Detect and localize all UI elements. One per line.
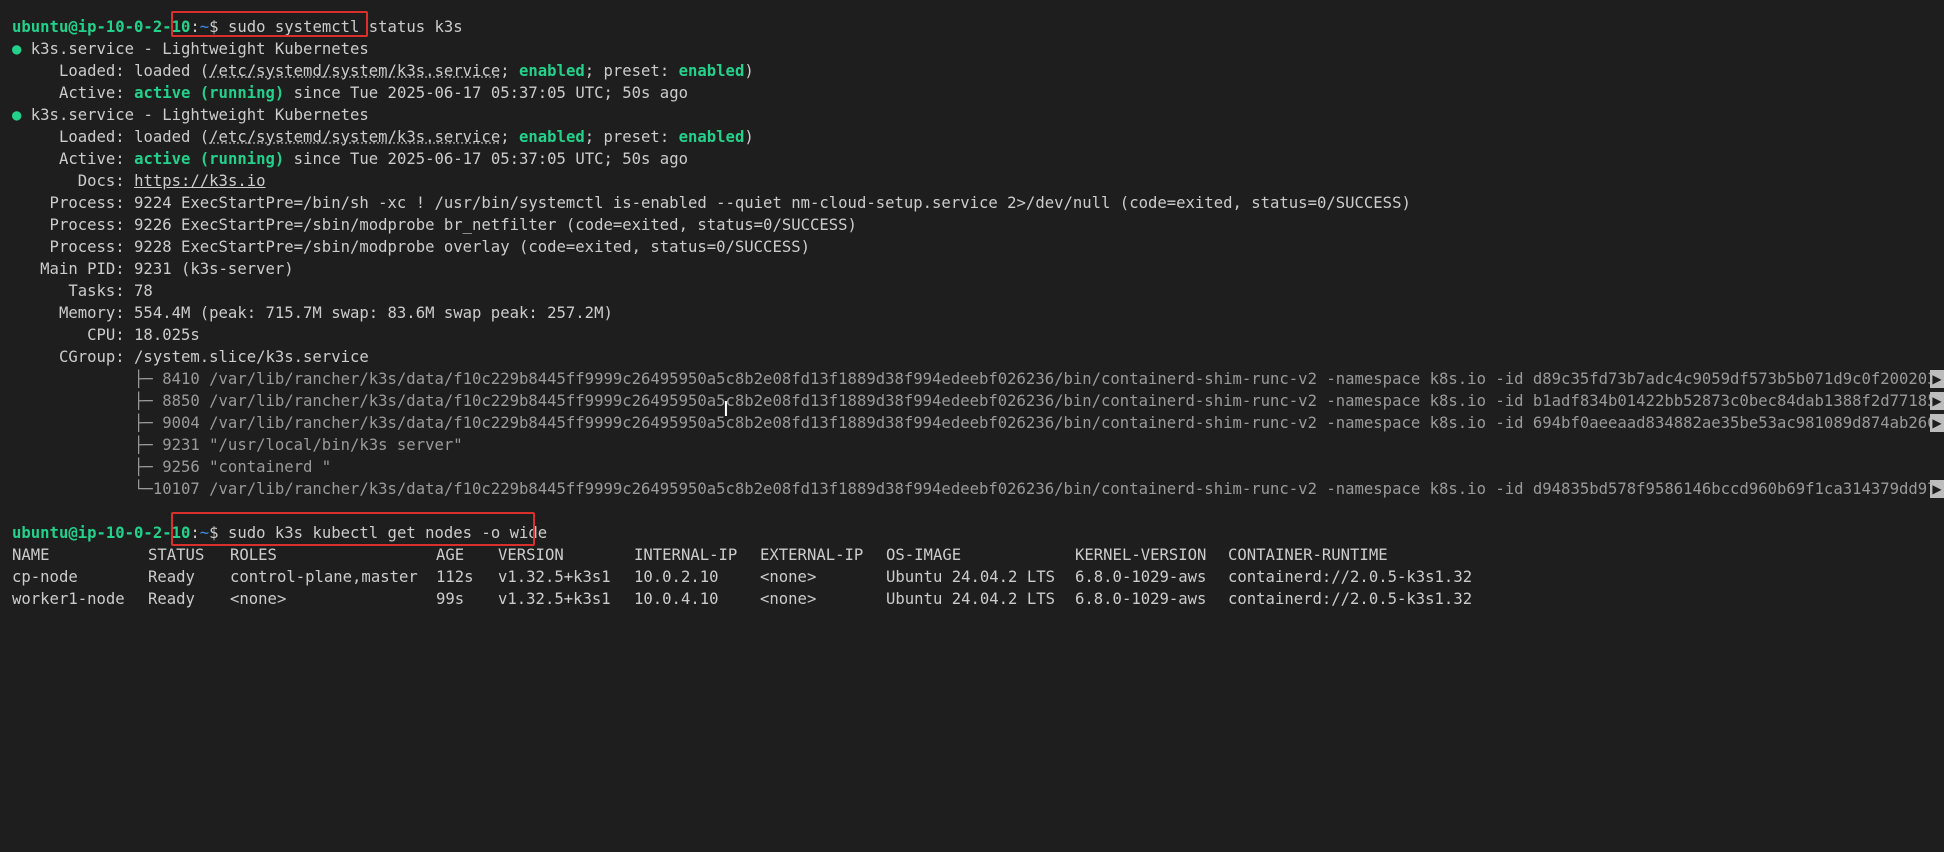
table-row: worker1-node Ready <none> 99s v1.32.5+k3… (12, 590, 1473, 608)
col-header-name: NAME (12, 546, 50, 564)
cgroup-process-9231: ├─ 9231 "/usr/local/bin/k3s server" (12, 436, 463, 454)
service-title: k3s.service - Lightweight Kubernetes (30, 40, 369, 58)
col-header-version: VERSION (498, 546, 564, 564)
active-status: active (running) (134, 84, 285, 102)
tasks-line: Tasks: 78 (12, 282, 153, 300)
service-header-1: ● k3s.service - Lightweight Kubernetes (12, 38, 369, 60)
process-line-1: Process: 9224 ExecStartPre=/bin/sh -xc !… (12, 194, 1411, 212)
cpu-line: CPU: 18.025s (12, 326, 200, 344)
command-highlight-box (171, 512, 535, 546)
service-header-2: ● k3s.service - Lightweight Kubernetes (12, 104, 369, 126)
cgroup-process-10107: └─10107 /var/lib/rancher/k3s/data/f10c22… (12, 480, 1937, 498)
docs-link[interactable]: https://k3s.io (134, 172, 265, 190)
table-row: cp-node Ready control-plane,master 112s … (12, 568, 1473, 586)
cgroup-line: CGroup: /system.slice/k3s.service (12, 348, 369, 366)
active-line-1: Active: active (running) since Tue 2025-… (12, 84, 688, 102)
docs-line: Docs: https://k3s.io (12, 172, 266, 190)
overflow-arrow-icon[interactable]: ▶ (1930, 414, 1944, 432)
cgroup-process-8850: ├─ 8850 /var/lib/rancher/k3s/data/f10c22… (12, 392, 1937, 410)
process-line-3: Process: 9228 ExecStartPre=/sbin/modprob… (12, 238, 810, 256)
cgroup-process-8410: ├─ 8410 /var/lib/rancher/k3s/data/f10c22… (12, 370, 1937, 388)
loaded-line-2: Loaded: loaded (/etc/systemd/system/k3s.… (12, 128, 754, 146)
service-title: k3s.service - Lightweight Kubernetes (30, 106, 369, 124)
active-dot-icon: ● (12, 40, 22, 58)
cgroup-process-9256: ├─ 9256 "containerd " (12, 458, 332, 476)
col-header-roles: ROLES (230, 546, 277, 564)
loaded-line-1: Loaded: loaded (/etc/systemd/system/k3s.… (12, 62, 754, 80)
active-dot-icon: ● (12, 106, 22, 124)
col-header-external-ip: EXTERNAL-IP (760, 546, 864, 564)
active-status: active (running) (134, 150, 285, 168)
overflow-arrow-icon[interactable]: ▶ (1930, 370, 1944, 388)
memory-line: Memory: 554.4M (peak: 715.7M swap: 83.6M… (12, 304, 613, 322)
prompt-user: ubuntu@ip-10-0-2-10 (12, 18, 191, 36)
text-cursor-icon: I (723, 397, 729, 421)
unit-file-link[interactable]: /etc/systemd/system/k3s.service (209, 128, 500, 146)
col-header-status: STATUS (148, 546, 205, 564)
prompt-user: ubuntu@ip-10-0-2-10 (12, 524, 191, 542)
col-header-internal-ip: INTERNAL-IP (634, 546, 738, 564)
overflow-arrow-icon[interactable]: ▶ (1930, 392, 1944, 410)
process-line-2: Process: 9226 ExecStartPre=/sbin/modprob… (12, 216, 857, 234)
active-line-2: Active: active (running) since Tue 2025-… (12, 150, 688, 168)
terminal-window[interactable]: ubuntu@ip-10-0-2-10:~$ sudo systemctl st… (0, 0, 1944, 616)
overflow-arrow-icon[interactable]: ▶ (1930, 480, 1944, 498)
col-header-container-runtime: CONTAINER-RUNTIME (1228, 546, 1388, 564)
nodes-table-header: NAME STATUS ROLES AGE VERSION INTERNAL-I… (12, 544, 1912, 566)
col-header-kernel-version: KERNEL-VERSION (1075, 546, 1207, 564)
col-header-os-image: OS-IMAGE (886, 546, 962, 564)
unit-file-link[interactable]: /etc/systemd/system/k3s.service (209, 62, 500, 80)
main-pid-line: Main PID: 9231 (k3s-server) (12, 260, 294, 278)
cgroup-process-9004: ├─ 9004 /var/lib/rancher/k3s/data/f10c22… (12, 414, 1937, 432)
col-header-age: AGE (436, 546, 465, 564)
command-highlight-box (171, 11, 368, 37)
